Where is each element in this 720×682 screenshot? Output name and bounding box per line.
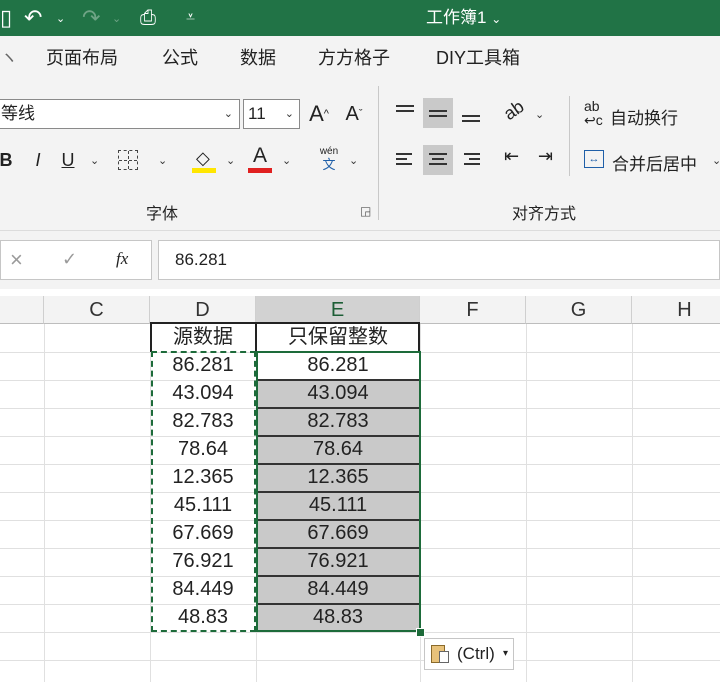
cancel-icon[interactable]: × xyxy=(10,247,23,273)
window-title: 工作簿1 ⌄ xyxy=(426,8,502,27)
redo-icon: ↷ xyxy=(82,5,101,30)
shrink-font-button[interactable]: Aˇ xyxy=(340,99,368,129)
phonetic-char: 文 xyxy=(322,157,336,172)
column-header-f[interactable]: F xyxy=(420,296,526,324)
font-color-dropdown-icon[interactable]: ⌄ xyxy=(282,154,291,167)
column-header-e[interactable]: E xyxy=(256,296,420,324)
font-size-select[interactable]: 11 ⌄ xyxy=(243,99,300,129)
paint-bucket-icon: ◇ xyxy=(196,148,210,168)
increase-indent-icon[interactable]: ⇥ xyxy=(538,146,553,167)
grow-font-button[interactable]: A^ xyxy=(305,99,333,129)
paste-dropdown-icon: ▾ xyxy=(503,648,509,659)
chevron-down-icon: ⌄ xyxy=(223,108,233,120)
group-separator xyxy=(378,86,379,220)
underline-button[interactable]: U xyxy=(58,145,78,175)
copy-marquee xyxy=(151,351,256,632)
chevron-down-icon: ⌄ xyxy=(284,108,294,120)
merge-center-icon: ↔ xyxy=(584,150,604,168)
insert-function-icon[interactable]: fx xyxy=(116,249,128,269)
fill-color-button[interactable]: ◇ xyxy=(192,146,220,174)
grid-vline xyxy=(632,324,633,682)
column-header-c[interactable]: C xyxy=(44,296,150,324)
tab-formulas[interactable]: 公式 xyxy=(162,44,198,70)
bold-button[interactable]: B xyxy=(0,145,16,175)
dialog-launcher-icon[interactable]: ◲ xyxy=(360,204,371,218)
grid-hline xyxy=(0,632,720,633)
align-center-icon[interactable] xyxy=(423,145,453,175)
font-color-swatch xyxy=(248,168,272,173)
borders-dropdown-icon[interactable]: ⌄ xyxy=(158,154,167,167)
wrap-text-icon: ab ↩c xyxy=(584,98,603,128)
grid-hline xyxy=(0,660,720,661)
font-color-button[interactable]: A xyxy=(248,144,276,174)
align-bottom-icon[interactable] xyxy=(456,98,486,128)
align-top-icon[interactable] xyxy=(390,98,420,128)
grid-vline xyxy=(44,324,45,682)
tab-diy-toolbox[interactable]: DIY工具箱 xyxy=(436,44,520,70)
redo-dropdown-icon: ⌄ xyxy=(112,13,122,25)
fill-dropdown-icon[interactable]: ⌄ xyxy=(226,154,235,167)
wrap-text-button[interactable]: ab ↩c 自动换行 xyxy=(584,99,716,129)
tab-fangfang[interactable]: 方方格子 xyxy=(318,44,390,70)
orientation-dropdown-icon[interactable]: ⌄ xyxy=(535,108,544,121)
merge-dropdown-icon[interactable]: ⌄ xyxy=(712,154,720,167)
merge-center-button[interactable]: ↔ 合并后居中 ⌄ xyxy=(584,146,720,176)
font-group-label: 字体 xyxy=(146,206,179,223)
title-dropdown-icon[interactable]: ⌄ xyxy=(491,12,501,26)
align-middle-icon[interactable] xyxy=(423,98,453,128)
header-border xyxy=(150,322,420,352)
phonetic-dropdown-icon[interactable]: ⌄ xyxy=(349,154,358,167)
fill-color-swatch xyxy=(192,168,216,173)
column-header-partial[interactable] xyxy=(0,296,44,324)
column-header-h[interactable]: H xyxy=(632,296,720,324)
customize-toolbar-icon[interactable]: ⩡ xyxy=(186,0,195,36)
tab-data[interactable]: 数据 xyxy=(240,44,276,70)
font-name-select[interactable]: 等线 ⌄ xyxy=(0,99,240,129)
align-left-icon[interactable] xyxy=(390,145,420,175)
header-divider xyxy=(255,322,257,352)
wrap-text-label: 自动换行 xyxy=(610,109,678,128)
paste-options-button[interactable]: (Ctrl) ▾ xyxy=(424,638,514,670)
group-separator xyxy=(569,96,570,176)
formula-input[interactable]: 86.281 xyxy=(158,240,720,280)
font-color-a-icon: A xyxy=(253,144,268,167)
tab-partial-icon: ヽ xyxy=(0,48,18,68)
enter-icon[interactable]: ✓ xyxy=(62,249,77,270)
column-header-d[interactable]: D xyxy=(150,296,256,324)
column-header-g[interactable]: G xyxy=(526,296,632,324)
fill-handle[interactable] xyxy=(416,628,425,637)
decrease-indent-icon[interactable]: ⇤ xyxy=(504,146,519,167)
clipboard-page-icon xyxy=(439,651,449,663)
italic-button[interactable]: I xyxy=(28,145,48,175)
underline-dropdown-icon[interactable]: ⌄ xyxy=(90,154,99,167)
selection-border xyxy=(256,351,421,632)
borders-icon[interactable] xyxy=(118,150,138,170)
grid-vline xyxy=(526,324,527,682)
save-icon[interactable]: ▯ xyxy=(0,0,12,36)
print-preview-icon[interactable]: ⎙ xyxy=(140,0,156,36)
alignment-group-label: 对齐方式 xyxy=(512,206,577,223)
font-size-value: 11 xyxy=(248,104,266,123)
align-right-icon[interactable] xyxy=(456,145,486,175)
merge-center-label: 合并后居中 xyxy=(612,155,697,174)
paste-options-label: (Ctrl) xyxy=(457,644,495,663)
undo-dropdown-icon[interactable]: ⌄ xyxy=(56,12,65,25)
font-name-value: 等线 xyxy=(1,104,35,123)
tab-page-layout[interactable]: 页面布局 xyxy=(46,44,118,70)
phonetic-guide-button[interactable]: wén 文 xyxy=(312,146,346,176)
undo-icon[interactable]: ↶ xyxy=(24,0,42,36)
title-bar xyxy=(0,0,720,36)
